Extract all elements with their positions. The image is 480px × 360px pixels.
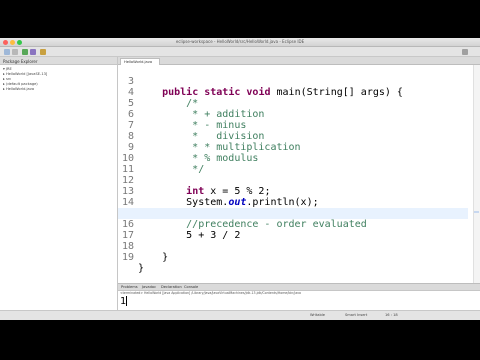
code-line: 5 * + addition [118,87,468,120]
tab-javadoc[interactable]: Javadoc [142,285,156,290]
eclipse-window: eclipse-workspace - HelloWorld/src/Hello… [0,38,480,320]
code-line: 6 * - minus [118,98,468,131]
status-insert-mode: Smart Insert [345,313,368,317]
tab-declaration[interactable]: Declaration [161,285,182,290]
tab-console[interactable]: Console [184,285,198,290]
console-output[interactable]: 1 [120,296,128,308]
status-bar: Writable Smart Insert 16 : 18 [0,310,480,320]
code-line: 7 * division [118,109,468,142]
minimize-window-button[interactable] [10,40,15,45]
tree-item[interactable]: ▸ HelloWorld.java [3,87,117,92]
new-file-icon[interactable] [4,49,10,55]
status-writable: Writable [310,313,325,317]
editor-tab-bar: HelloWorld.java [118,57,480,65]
current-line-marker [474,211,479,213]
code-line: 8 * * multiplication [118,120,468,153]
code-text: } [138,263,145,274]
text-cursor [126,296,128,306]
bottom-tab-bar: Problems Javadoc Declaration Console [118,284,480,291]
code-line: 12 int x = 5 % 2; [118,164,468,197]
code-line: 14 [118,186,468,208]
run-icon[interactable] [22,49,28,55]
search-icon[interactable] [40,49,46,55]
code-line: 17 [118,219,468,241]
main-toolbar [0,47,480,57]
editor-area: HelloWorld.java 3 public static void mai… [118,57,480,283]
package-explorer-tab[interactable]: Package Explorer [0,57,117,65]
editor-overview-ruler[interactable] [473,65,480,283]
code-line: 19 } [118,241,468,274]
code-line: 18 } [118,230,468,263]
code-editor[interactable]: 3 public static void main(String[] args)… [118,65,480,283]
zoom-window-button[interactable] [17,40,22,45]
editor-tab-helloworld[interactable]: HelloWorld.java [120,58,160,65]
line-number: 19 [121,252,134,263]
code-line: 3 public static void main(String[] args)… [118,65,468,98]
code-line: 15 //precedence - order evaluated [118,197,468,230]
code-line: 13 System.out.println(x); [118,175,468,208]
code-line-current: 16 5 + 3 / 2 [118,208,468,241]
code-line: 11 [118,153,468,175]
tab-problems[interactable]: Problems [121,285,138,290]
debug-icon[interactable] [30,49,36,55]
video-letterbox-bottom [0,320,480,360]
code-line: 4 /* [118,76,468,109]
save-icon[interactable] [12,49,18,55]
package-explorer: Package Explorer ▾ JRE ▸ HelloWorld [Jav… [0,57,118,320]
status-cursor-position: 16 : 18 [385,313,398,317]
console-process-header: <terminated> HelloWorld [Java Applicatio… [120,291,302,295]
title-bar: eclipse-workspace - HelloWorld/src/Hello… [0,38,480,47]
video-letterbox-top [0,0,480,38]
perspective-icon[interactable] [462,49,468,55]
code-line: 10 */ [118,142,468,175]
code-line: 9 * % modulus [118,131,468,164]
window-title: eclipse-workspace - HelloWorld/src/Hello… [175,39,305,44]
close-window-button[interactable] [3,40,8,45]
